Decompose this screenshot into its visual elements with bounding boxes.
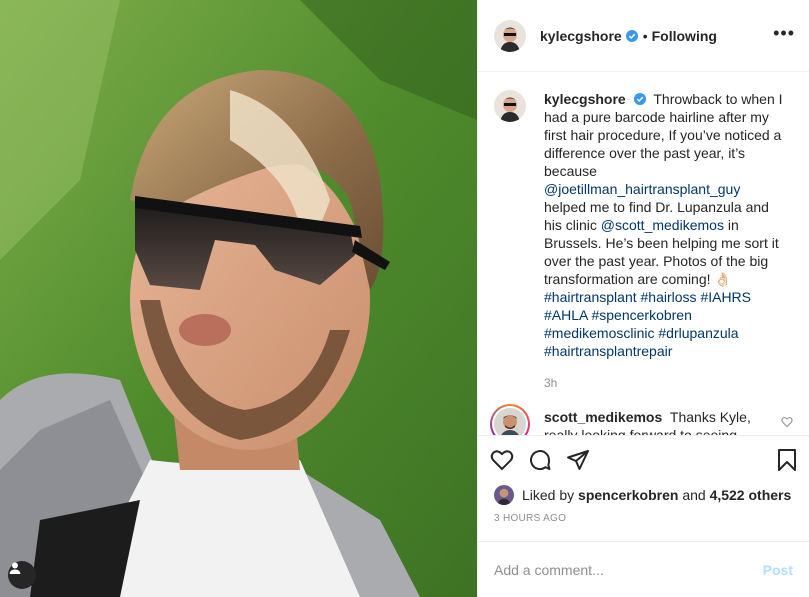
comment-item: scott_medikemos Thanks Kyle, really look… — [490, 404, 793, 435]
author-avatar[interactable] — [494, 19, 526, 52]
like-comment-heart-icon[interactable] — [781, 416, 793, 428]
action-bar — [478, 435, 809, 483]
caption-avatar[interactable] — [494, 90, 526, 122]
liker-avatar[interactable] — [494, 485, 514, 505]
post-comment-button[interactable]: Post — [763, 562, 793, 578]
liked-by-label: Liked by — [522, 487, 575, 503]
caption-username[interactable]: kylecgshore — [544, 91, 626, 107]
liker-username[interactable]: spencerkobren — [578, 487, 678, 503]
following-button[interactable]: Following — [652, 28, 717, 44]
share-icon — [567, 449, 589, 470]
verified-badge-icon — [633, 93, 646, 105]
hashtag-link[interactable]: #hairtransplantrepair — [544, 343, 672, 359]
likes-and-label: and — [682, 487, 706, 503]
commenter-username[interactable]: scott_medikemos — [544, 409, 662, 425]
hashtag-link[interactable]: #IAHRS — [700, 289, 751, 305]
like-button[interactable] — [490, 448, 514, 472]
caption-text: kylecgshore Throwback to when I had a pu… — [544, 90, 784, 360]
save-button[interactable] — [775, 448, 799, 475]
caption-item: kylecgshore Throwback to when I had a pu… — [494, 90, 793, 390]
verified-badge-icon — [625, 29, 638, 42]
likes-count-link[interactable]: 4,522 others — [710, 487, 792, 503]
commenter-avatar[interactable] — [494, 408, 526, 435]
post-photo[interactable] — [0, 0, 477, 597]
hashtag-link[interactable]: #AHLA — [544, 307, 588, 323]
person-icon — [9, 562, 21, 574]
selfie-image — [0, 0, 477, 597]
hashtag-link[interactable]: #hairloss — [641, 289, 697, 305]
separator-dot: • — [642, 27, 648, 44]
post-timestamp[interactable]: 3 HOURS AGO — [478, 507, 809, 541]
hashtag-link[interactable]: #hairtransplant — [544, 289, 637, 305]
comment-text: scott_medikemos Thanks Kyle, really look… — [544, 408, 764, 435]
comments-list[interactable]: kylecgshore Throwback to when I had a pu… — [478, 72, 809, 435]
likes-summary: Liked by spencerkobren and 4,522 others — [478, 483, 809, 507]
mention-link[interactable]: @joetillman_hairtransplant_guy — [544, 181, 740, 197]
more-options-icon[interactable]: ••• — [773, 24, 795, 42]
share-button[interactable] — [566, 448, 590, 472]
story-ring[interactable] — [490, 404, 530, 435]
hashtag-link[interactable]: #drlupanzula — [658, 325, 738, 341]
instagram-post: kylecgshore • Following ••• kylecgshore … — [0, 0, 809, 597]
tagged-user-icon[interactable] — [8, 561, 36, 589]
mention-link[interactable]: @scott_medikemos — [601, 217, 724, 233]
author-username[interactable]: kylecgshore — [540, 28, 622, 44]
hashtag-link[interactable]: #medikemosclinic — [544, 325, 654, 341]
caption-age[interactable]: 3h — [544, 376, 784, 390]
heart-icon — [490, 449, 514, 470]
post-side-panel: kylecgshore • Following ••• kylecgshore … — [477, 0, 809, 597]
bookmark-icon — [778, 449, 796, 471]
hashtag-link[interactable]: #spencerkobren — [591, 307, 691, 323]
comment-button[interactable] — [528, 448, 552, 472]
add-comment-input[interactable]: Add a comment... — [494, 562, 604, 578]
post-header: kylecgshore • Following ••• — [478, 0, 809, 72]
add-comment-bar: Add a comment... Post — [478, 541, 809, 597]
comment-icon — [530, 449, 551, 470]
